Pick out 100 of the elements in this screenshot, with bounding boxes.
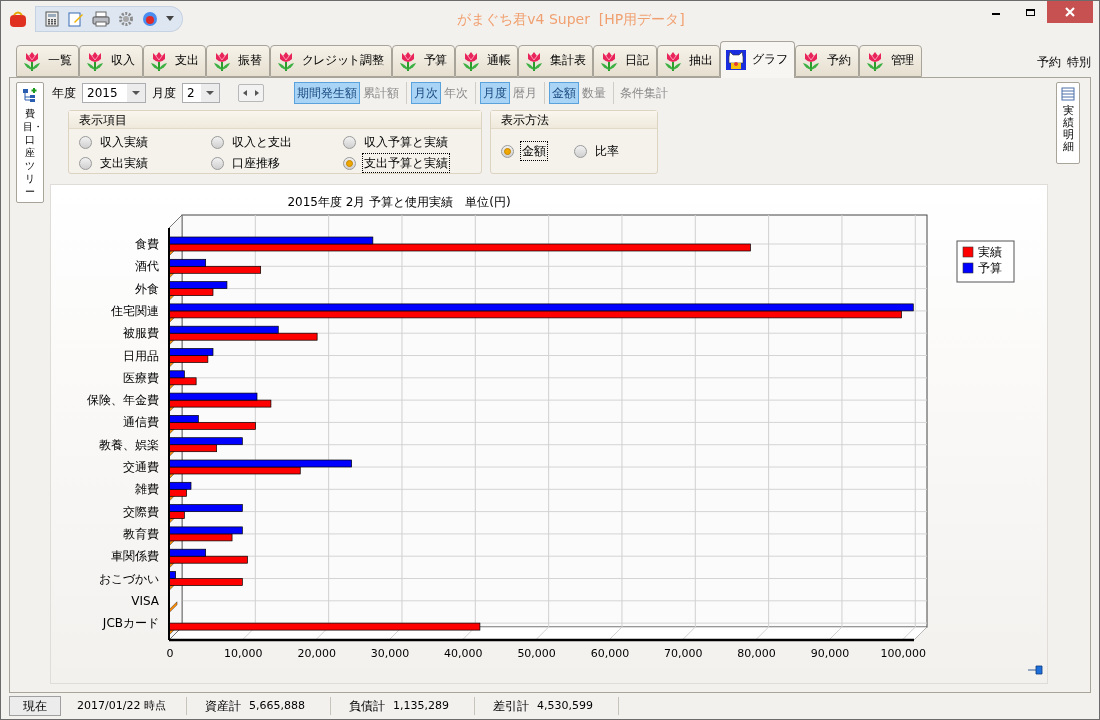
- window-title: がまぐち君v4 Super [HP用データ]: [456, 10, 686, 29]
- axis-label: 教育費: [123, 526, 159, 541]
- axis-label: 雑費: [135, 482, 159, 497]
- tick-label: 50,000: [517, 647, 556, 660]
- pin-icon[interactable]: [1027, 665, 1043, 675]
- tab[interactable]: 抽出: [656, 45, 721, 77]
- tab[interactable]: 支出: [142, 45, 207, 77]
- axis-label: 保険、年金費: [87, 393, 159, 408]
- toggle-button[interactable]: 金額: [549, 82, 579, 104]
- tree-icon: [22, 87, 38, 103]
- radio-button[interactable]: [501, 144, 514, 158]
- printer-icon[interactable]: [92, 11, 110, 27]
- toggle-button[interactable]: 月次: [411, 82, 441, 104]
- table-icon: [1061, 87, 1075, 101]
- month-stepper[interactable]: [238, 84, 264, 102]
- radio-button[interactable]: [79, 135, 92, 149]
- group-title: 表示項目: [69, 111, 481, 129]
- status-label: 差引計: [493, 698, 529, 715]
- group-title: 表示方法: [491, 111, 657, 129]
- toggle-button[interactable]: 期間発生額: [294, 82, 360, 104]
- tick-label: 100,000: [880, 647, 926, 660]
- radio-label: 支出実績: [99, 155, 149, 172]
- tick-label: 40,000: [444, 647, 483, 660]
- settings-icon[interactable]: [118, 11, 134, 27]
- tab[interactable]: クレジット調整: [269, 45, 392, 77]
- radio-button[interactable]: [211, 135, 224, 149]
- dropdown-caret-icon[interactable]: [166, 16, 174, 22]
- tab[interactable]: グラフ: [720, 41, 796, 78]
- radio-label: 支出予算と実績: [362, 153, 450, 173]
- axis-label: 車関係費: [111, 549, 159, 564]
- radio-label: 比率: [594, 143, 620, 160]
- tick-label: 60,000: [590, 647, 630, 660]
- tab[interactable]: 収入: [79, 45, 143, 77]
- axis-label: JCBカード: [102, 616, 159, 631]
- status-value: 5,665,888: [249, 697, 305, 714]
- axis-label: 外食: [135, 281, 159, 296]
- axis-label: おこづかい: [99, 571, 159, 586]
- axis-label: 通信費: [123, 415, 159, 430]
- close-button[interactable]: [1047, 1, 1093, 23]
- tulip-icon: [21, 50, 43, 72]
- radio-button[interactable]: [574, 144, 587, 158]
- tick-label: 0: [166, 647, 174, 660]
- axis-label: 酒代: [135, 259, 159, 274]
- year-select[interactable]: 2015: [82, 83, 146, 103]
- radio-label: 金額: [520, 141, 548, 161]
- radio-button[interactable]: [79, 156, 92, 170]
- side-tab-label: 費目・口座ツリー: [23, 107, 37, 198]
- dropdown-caret-icon: [201, 84, 219, 102]
- radio-label: 収入と支出: [231, 134, 293, 151]
- status-value: 1,135,289: [393, 697, 449, 714]
- axis-label: 被服費: [123, 326, 159, 341]
- axis-label: 日用品: [123, 348, 159, 363]
- tick-label: 90,000: [810, 647, 850, 660]
- cat-icon: [725, 49, 748, 71]
- status-label: 資産計: [205, 698, 241, 715]
- radio-label: 収入実績: [99, 134, 149, 151]
- close-icon: [1065, 7, 1075, 17]
- tab[interactable]: 日記: [593, 45, 657, 77]
- tab[interactable]: 一覧: [16, 45, 80, 77]
- radio-button[interactable]: [211, 156, 224, 170]
- year-label: 年度: [52, 85, 76, 102]
- status-label: 負債計: [349, 698, 385, 715]
- tick-label: 20,000: [297, 647, 336, 660]
- edit-icon[interactable]: [68, 11, 84, 27]
- axis-label: VISA: [131, 593, 159, 608]
- purse-icon[interactable]: [9, 10, 27, 28]
- month-label: 月度: [152, 85, 176, 102]
- legend-label: 予算: [978, 261, 1002, 275]
- side-tab[interactable]: 費目・口座ツリー: [16, 82, 44, 203]
- tick-label: 30,000: [370, 647, 410, 660]
- legend-label: 実績: [978, 245, 1002, 259]
- tick-label: 80,000: [737, 647, 776, 660]
- axis-label: 医療費: [123, 370, 159, 385]
- status-date: 2017/01/22 時点: [61, 697, 187, 715]
- axis-label: 住宅関連: [111, 303, 159, 318]
- radio-label: 口座推移: [231, 155, 281, 172]
- tab[interactable]: 予算: [391, 45, 455, 77]
- now-button[interactable]: 現在: [9, 696, 61, 716]
- tick-label: 70,000: [664, 647, 703, 660]
- tab[interactable]: 予約: [795, 45, 859, 77]
- radio-button[interactable]: [343, 135, 356, 149]
- axis-label: 交通費: [123, 460, 159, 474]
- tab[interactable]: 通帳: [454, 45, 519, 77]
- calculator-icon[interactable]: [44, 11, 60, 27]
- side-tab-label: 実績明細: [1062, 105, 1074, 154]
- side-tab[interactable]: 実績明細: [1056, 82, 1080, 164]
- radio-label: 収入予算と実績: [363, 134, 449, 151]
- tab[interactable]: 振替: [206, 45, 270, 77]
- tab[interactable]: 集計表: [518, 45, 594, 77]
- month-select[interactable]: 2: [182, 83, 220, 103]
- toggle-button[interactable]: 月度: [480, 82, 510, 104]
- axis-label: 食費: [135, 237, 159, 251]
- chart-title: 2015年度 2月 予算と使用実績 単位(円): [287, 195, 511, 209]
- menu-link[interactable]: 特別: [1067, 53, 1091, 71]
- tick-label: 10,000: [224, 647, 263, 660]
- tab[interactable]: 管理: [858, 45, 923, 77]
- axis-label: 教養、娯楽: [99, 437, 159, 452]
- menu-link[interactable]: 予約: [1037, 53, 1061, 71]
- status-value: 4,530,599: [537, 697, 593, 714]
- radio-button[interactable]: [343, 156, 356, 170]
